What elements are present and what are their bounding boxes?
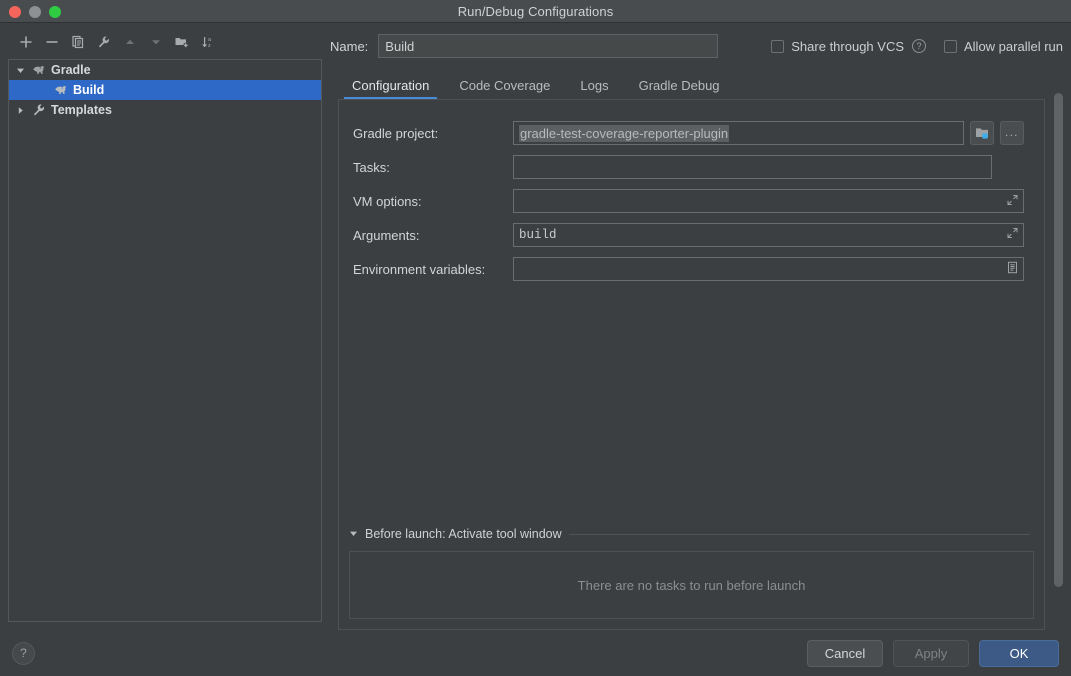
help-button[interactable]: ?: [12, 641, 35, 665]
tree-toolbar: a z: [8, 29, 322, 55]
editor-tabs: Configuration Code Coverage Logs Gradle …: [330, 69, 1071, 99]
vm-options-input[interactable]: [513, 189, 1024, 213]
zoom-button[interactable]: [49, 5, 61, 18]
window-controls: [9, 0, 61, 23]
before-launch-task-list[interactable]: There are no tasks to run before launch: [349, 551, 1034, 619]
apply-button[interactable]: Apply: [893, 639, 969, 667]
tree-item-label: Build: [73, 83, 105, 97]
tasks-row: Tasks:: [353, 150, 1024, 184]
move-down-button[interactable]: [144, 31, 168, 53]
configurations-tree[interactable]: Gradle Build Templates: [8, 59, 322, 622]
arguments-input[interactable]: build: [513, 223, 1024, 247]
ellipsis-icon: ...: [1005, 126, 1019, 139]
name-label: Name:: [330, 38, 369, 54]
run-debug-configurations-dialog: Run/Debug Configurations a z Gradle Buil…: [0, 0, 1071, 676]
wrench-icon: [31, 103, 47, 117]
window-title: Run/Debug Configurations: [457, 3, 614, 19]
before-launch-divider: [568, 533, 1030, 535]
top-options: Share through VCS ? Allow parallel run: [771, 39, 1063, 54]
tasks-label: Tasks:: [353, 159, 390, 175]
vm-options-row: VM options:: [353, 184, 1024, 218]
chevron-down-icon[interactable]: [13, 66, 27, 75]
tab-configuration[interactable]: Configuration: [338, 74, 443, 99]
arguments-value: build: [519, 228, 557, 242]
allow-parallel-run-label: Allow parallel run: [964, 38, 1063, 54]
chevron-down-icon[interactable]: [349, 525, 358, 543]
tree-item-label: Gradle: [51, 63, 91, 77]
tab-gradle-debug[interactable]: Gradle Debug: [625, 74, 734, 99]
arguments-row: Arguments: build: [353, 218, 1024, 252]
browse-project-button[interactable]: [970, 121, 994, 145]
tree-item-label: Templates: [51, 103, 112, 117]
vm-options-label: VM options:: [353, 193, 422, 209]
tree-item-build[interactable]: Build: [9, 80, 321, 100]
tree-item-templates[interactable]: Templates: [9, 100, 321, 120]
before-launch-empty-text: There are no tasks to run before launch: [577, 577, 806, 593]
tasks-input[interactable]: [513, 155, 992, 179]
expand-diagonal-icon[interactable]: [1007, 194, 1018, 209]
share-through-vcs-checkbox[interactable]: Share through VCS: [771, 39, 904, 54]
configuration-tab-panel: Gradle project: gradle-test-coverage-rep…: [338, 99, 1045, 630]
environment-variables-input[interactable]: [513, 257, 1024, 281]
move-into-folder-button[interactable]: [170, 31, 194, 53]
footer-buttons: Cancel Apply OK: [807, 639, 1059, 667]
svg-text:z: z: [208, 43, 211, 49]
configuration-editor-panel: Name: Share through VCS ? Allow parallel…: [330, 23, 1071, 630]
tab-code-coverage[interactable]: Code Coverage: [445, 74, 564, 99]
before-launch-header[interactable]: Before launch: Activate tool window: [339, 521, 1044, 547]
remove-configuration-button[interactable]: [40, 31, 64, 53]
share-through-vcs-label: Share through VCS: [791, 38, 904, 54]
list-edit-icon[interactable]: [1007, 261, 1018, 277]
arguments-label: Arguments:: [353, 227, 420, 243]
environment-variables-row: Environment variables:: [353, 252, 1024, 286]
gradle-project-label: Gradle project:: [353, 125, 439, 141]
before-launch-title: Before launch: Activate tool window: [365, 527, 562, 541]
move-up-button[interactable]: [118, 31, 142, 53]
gradle-elephant-icon: [31, 64, 47, 76]
ok-button[interactable]: OK: [979, 639, 1059, 667]
close-button[interactable]: [9, 5, 21, 18]
dialog-footer: ? Cancel Apply OK: [0, 630, 1071, 676]
before-launch-section: Before launch: Activate tool window Ther…: [339, 521, 1044, 629]
cancel-button[interactable]: Cancel: [807, 639, 883, 667]
expand-diagonal-icon[interactable]: [1007, 228, 1018, 243]
copy-configuration-button[interactable]: [66, 31, 90, 53]
title-bar: Run/Debug Configurations: [0, 0, 1071, 23]
checkbox-box[interactable]: [944, 39, 957, 53]
edit-templates-button[interactable]: [92, 31, 116, 53]
more-button[interactable]: ...: [1000, 121, 1024, 145]
checkbox-box[interactable]: [771, 39, 785, 53]
gradle-project-value: gradle-test-coverage-reporter-plugin: [519, 124, 730, 142]
environment-variables-label: Environment variables:: [353, 261, 486, 277]
gradle-elephant-icon: [31, 84, 69, 96]
gradle-project-row: Gradle project: gradle-test-coverage-rep…: [353, 116, 1024, 150]
name-input[interactable]: [378, 34, 719, 58]
configuration-form: Gradle project: gradle-test-coverage-rep…: [339, 100, 1044, 286]
tab-logs[interactable]: Logs: [566, 74, 622, 99]
configurations-panel: a z Gradle Build Templates: [0, 23, 330, 630]
chevron-right-icon[interactable]: [13, 106, 27, 115]
tree-item-gradle[interactable]: Gradle: [9, 60, 321, 80]
allow-parallel-run-checkbox[interactable]: Allow parallel run: [944, 39, 1063, 54]
scrollbar-thumb[interactable]: [1054, 93, 1063, 587]
question-circle-icon[interactable]: ?: [912, 39, 926, 53]
dialog-body: a z Gradle Build Templates Name: Build S…: [0, 23, 1071, 630]
minimize-button[interactable]: [29, 5, 41, 18]
editor-scrollbar[interactable]: [1054, 93, 1063, 587]
gradle-project-input[interactable]: gradle-test-coverage-reporter-plugin: [513, 121, 964, 145]
add-configuration-button[interactable]: [14, 31, 38, 53]
name-row: Name: Share through VCS ? Allow parallel…: [330, 31, 1071, 61]
sort-alphabetically-button[interactable]: a z: [196, 31, 220, 53]
